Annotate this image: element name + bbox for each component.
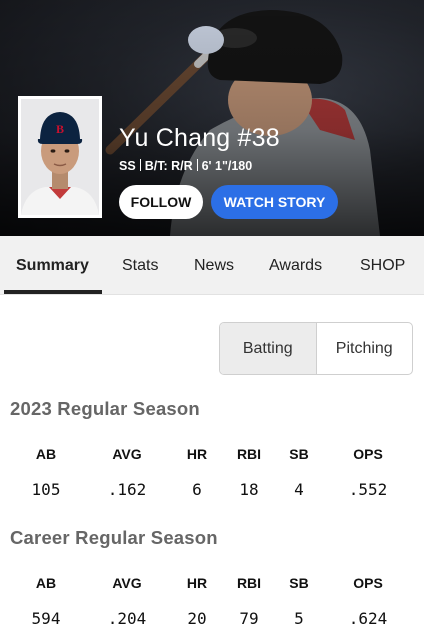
player-position: SS (119, 159, 136, 173)
team-cap-logo: B (56, 122, 64, 136)
player-bio-line: SS B/T: R/R 6' 1"/180 (119, 159, 252, 173)
toggle-batting[interactable]: Batting (220, 323, 317, 374)
tab-summary[interactable]: Summary (16, 257, 89, 275)
headshot-image: B (21, 99, 99, 215)
season-title: 2023 Regular Season (10, 398, 200, 419)
batting-pitching-toggle: Batting Pitching (219, 322, 413, 375)
tab-stats[interactable]: Stats (122, 257, 158, 275)
stat-header-rbi: RBI (236, 575, 262, 591)
stat-header-ops: OPS (353, 575, 383, 591)
player-name: Yu Chang #38 (119, 124, 280, 152)
stat-value-ops: .624 (348, 609, 388, 628)
stat-header-ab: AB (35, 575, 57, 591)
stat-header-sb: SB (289, 446, 309, 462)
bio-divider (196, 159, 198, 171)
player-hero: B Yu Chang #38 SS B/T: R/R 6' 1"/180 FOLLO… (0, 0, 424, 236)
stat-header-ops: OPS (353, 446, 383, 462)
stat-header-rbi: RBI (236, 446, 262, 462)
watch-story-button[interactable]: WATCH STORY (211, 185, 338, 219)
player-height-weight: 6' 1"/180 (201, 159, 253, 173)
stat-value-ops: .552 (348, 480, 388, 499)
stat-value-rbi: 79 (239, 609, 259, 628)
stat-header-hr: HR (186, 575, 208, 591)
stat-header-avg: AVG (112, 446, 142, 462)
stat-header-sb: SB (289, 575, 309, 591)
tab-shop[interactable]: SHOP (360, 257, 405, 275)
stat-value-avg: .204 (107, 609, 147, 628)
active-tab-indicator (4, 290, 102, 294)
toggle-pitching[interactable]: Pitching (317, 323, 413, 374)
svg-text:B: B (56, 122, 64, 136)
player-headshot: B (18, 96, 102, 218)
tab-news[interactable]: News (194, 257, 234, 275)
player-bats-throws: B/T: R/R (144, 159, 193, 173)
stat-value-rbi: 18 (239, 480, 259, 499)
stat-header-avg: AVG (112, 575, 142, 591)
stat-header-ab: AB (35, 446, 57, 462)
stat-value-hr: 20 (187, 609, 207, 628)
bio-divider (139, 159, 141, 171)
stat-value-ab: 594 (31, 609, 61, 628)
tab-awards[interactable]: Awards (269, 257, 322, 275)
stat-value-ab: 105 (31, 480, 61, 499)
follow-button[interactable]: FOLLOW (119, 185, 203, 219)
stat-value-sb: 4 (294, 480, 304, 499)
stat-header-hr: HR (186, 446, 208, 462)
stat-value-avg: .162 (107, 480, 147, 499)
career-title: Career Regular Season (10, 527, 218, 548)
stat-value-hr: 6 (192, 480, 202, 499)
player-tab-bar: Summary Stats News Awards SHOP (0, 236, 424, 295)
stat-value-sb: 5 (294, 609, 304, 628)
